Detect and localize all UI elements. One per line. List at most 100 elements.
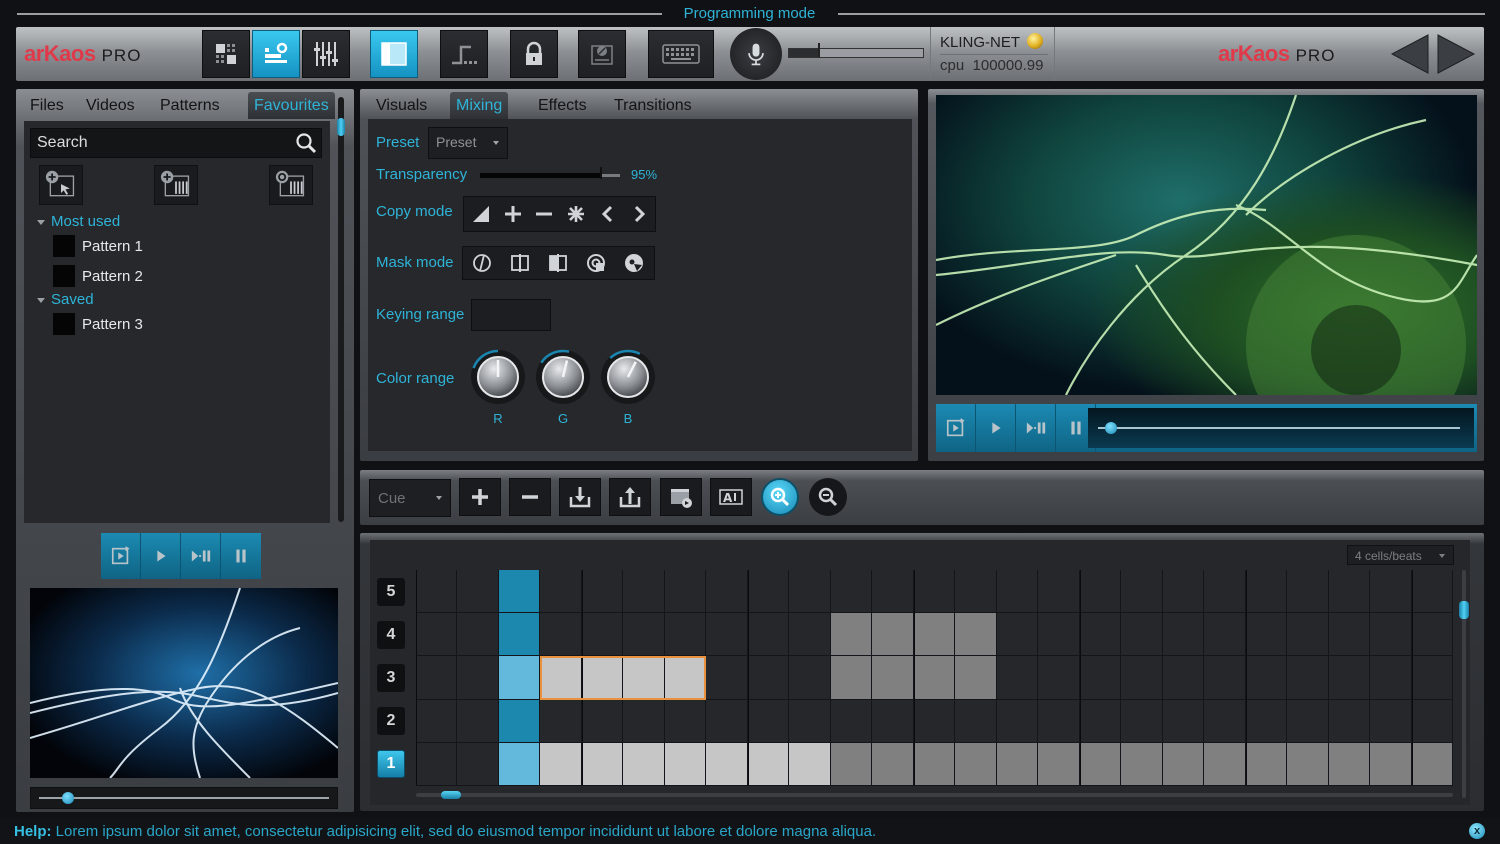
- sequencer-cell[interactable]: [540, 699, 582, 743]
- microphone-button[interactable]: [730, 28, 782, 80]
- sequencer-cell[interactable]: [623, 742, 665, 786]
- audio-level-meter[interactable]: [788, 43, 924, 58]
- sequencer-cell[interactable]: [913, 699, 956, 743]
- sequencer-cell[interactable]: [706, 742, 748, 786]
- play-button[interactable]: [141, 533, 181, 579]
- knob-g-dial[interactable]: [534, 348, 592, 406]
- sequencer-cell[interactable]: [872, 699, 914, 743]
- sequencer-cell[interactable]: [664, 742, 707, 786]
- vertical-scrollbar-thumb[interactable]: [1459, 600, 1469, 619]
- sequencer-cell[interactable]: [1079, 656, 1122, 700]
- copy-mode-alpha-button[interactable]: [465, 199, 497, 229]
- sequencer-cell[interactable]: [1162, 656, 1205, 700]
- copy-mode-multiply-button[interactable]: [560, 199, 592, 229]
- sequencer-cell[interactable]: [664, 570, 707, 614]
- copy-mode-subtract-button[interactable]: [528, 199, 560, 229]
- sequencer-cell[interactable]: [955, 613, 997, 657]
- sequencer-cell[interactable]: [540, 613, 582, 657]
- sequencer-cell[interactable]: [1411, 613, 1453, 657]
- cue-dropdown[interactable]: Cue: [369, 479, 451, 517]
- copy-mode-max-button[interactable]: [623, 199, 655, 229]
- step-signal-button[interactable]: [440, 30, 488, 78]
- sequencer-cell[interactable]: [830, 613, 873, 657]
- sequencer-cell[interactable]: [623, 699, 665, 743]
- sequencer-cell[interactable]: [1370, 742, 1412, 786]
- sequencer-cell[interactable]: [664, 699, 707, 743]
- tab-transitions[interactable]: Transitions: [614, 97, 692, 115]
- tree-group-most-used[interactable]: Most used: [37, 213, 120, 230]
- sequencer-cell[interactable]: [706, 570, 748, 614]
- knob-r-dial[interactable]: [469, 348, 527, 406]
- selected-cue-block[interactable]: [540, 656, 707, 700]
- slider-thumb[interactable]: [62, 792, 75, 804]
- remove-pattern-button[interactable]: [269, 165, 313, 205]
- tab-favourites[interactable]: Favourites: [248, 92, 335, 119]
- mask-disc-button[interactable]: [615, 248, 653, 278]
- sequencer-cell[interactable]: [996, 699, 1039, 743]
- sequencer-cell[interactable]: [789, 699, 831, 743]
- library-search-input[interactable]: Search: [30, 128, 322, 158]
- sequencer-cell[interactable]: [955, 699, 997, 743]
- sequencer-cell[interactable]: [1121, 570, 1163, 614]
- row-number-1[interactable]: 1: [377, 750, 405, 779]
- sequencer-cell[interactable]: [830, 699, 873, 743]
- knob-b-dial[interactable]: [599, 348, 657, 406]
- list-item[interactable]: Pattern 3: [53, 313, 143, 335]
- sequencer-cell[interactable]: [1287, 742, 1329, 786]
- sequencer-cell[interactable]: [581, 742, 624, 786]
- sequencer-cell[interactable]: [789, 656, 831, 700]
- sequencer-cell[interactable]: [706, 656, 748, 700]
- sequencer-cell[interactable]: [1328, 699, 1371, 743]
- sequencer-cell[interactable]: [1370, 699, 1412, 743]
- sequencer-cell[interactable]: [623, 570, 665, 614]
- sequencer-cell[interactable]: [1287, 570, 1329, 614]
- sequencer-cell[interactable]: [1162, 699, 1205, 743]
- sequencer-cell[interactable]: [872, 656, 914, 700]
- list-item[interactable]: Pattern 2: [53, 265, 143, 287]
- library-playback-slider[interactable]: [30, 787, 338, 809]
- add-cue-button[interactable]: [459, 478, 501, 516]
- tab-visuals[interactable]: Visuals: [376, 97, 427, 115]
- sequencer-cell[interactable]: [1162, 613, 1205, 657]
- sequencer-cell[interactable]: [1121, 656, 1163, 700]
- horizontal-scrollbar-thumb[interactable]: [440, 791, 461, 799]
- sequencer-cell[interactable]: [1121, 699, 1163, 743]
- sequencer-cell[interactable]: [416, 742, 458, 786]
- sequencer-cell[interactable]: [1245, 742, 1288, 786]
- sequencer-cell[interactable]: [747, 570, 790, 614]
- sequencer-cell[interactable]: [416, 570, 458, 614]
- sequencer-cell[interactable]: [996, 742, 1039, 786]
- sequencer-cell[interactable]: [872, 742, 914, 786]
- previous-arrow-icon[interactable]: [1390, 33, 1430, 75]
- sequencer-cell[interactable]: [913, 613, 956, 657]
- sequencer-cell[interactable]: [747, 656, 790, 700]
- mask-circle-split-button[interactable]: [463, 248, 501, 278]
- sequencer-cell[interactable]: [1204, 570, 1246, 614]
- sequencer-cell[interactable]: [1287, 613, 1329, 657]
- sequencer-cell[interactable]: [581, 613, 624, 657]
- sequencer-cell[interactable]: [498, 570, 541, 614]
- sequencer-cell[interactable]: [1162, 570, 1205, 614]
- sequencer-cell[interactable]: [955, 742, 997, 786]
- knob-g[interactable]: [534, 348, 592, 406]
- pause-button[interactable]: [221, 533, 261, 579]
- copy-mode-min-button[interactable]: [592, 199, 624, 229]
- slider-thumb[interactable]: [1105, 422, 1118, 434]
- sequencer-cell[interactable]: [1204, 699, 1246, 743]
- tab-files[interactable]: Files: [30, 97, 64, 115]
- text-layer-button[interactable]: A: [710, 478, 752, 516]
- sequencer-cell[interactable]: [1245, 570, 1288, 614]
- transparency-thumb[interactable]: [599, 167, 602, 179]
- patterns-grid-button[interactable]: [202, 30, 250, 78]
- sequencer-cell[interactable]: [581, 570, 624, 614]
- sequencer-cell[interactable]: [872, 613, 914, 657]
- sequencer-cell[interactable]: [1411, 570, 1453, 614]
- sequencer-cell[interactable]: [416, 699, 458, 743]
- add-selection-button[interactable]: [39, 165, 83, 205]
- sequencer-cell[interactable]: [623, 613, 665, 657]
- sequencer-cell[interactable]: [955, 570, 997, 614]
- sequencer-cell[interactable]: [789, 613, 831, 657]
- sequencer-cell[interactable]: [457, 699, 499, 743]
- sequencer-cell[interactable]: [706, 699, 748, 743]
- output-playback-slider[interactable]: [1088, 408, 1474, 448]
